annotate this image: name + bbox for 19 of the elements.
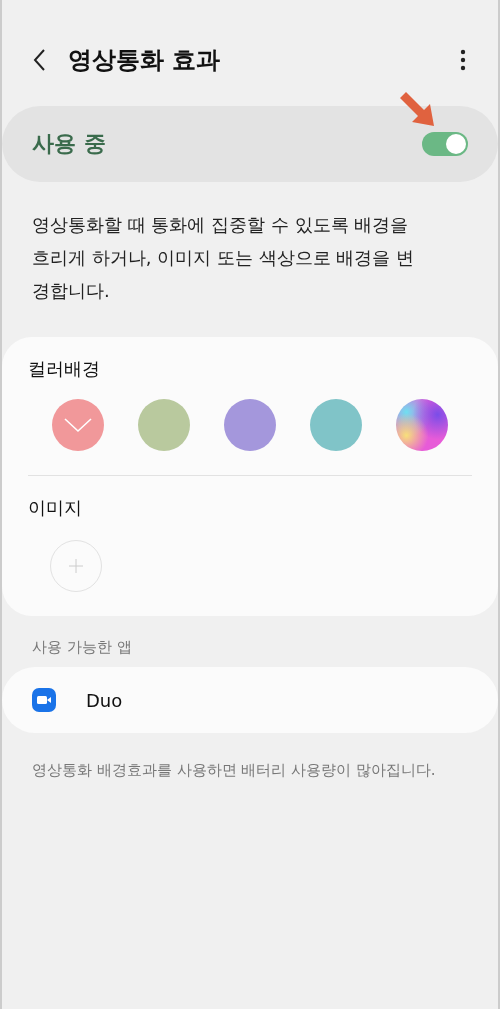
section-title: 이미지 [28,496,83,520]
more-options-icon[interactable] [460,49,466,71]
back-icon[interactable] [32,48,46,72]
footnote-text: 영상통화 배경효과를 사용하면 배터리 사용량이 많아집니다. [32,761,437,780]
description-text: 영상통화할 때 통화에 집중할 수 있도록 배경을 흐리게 하거나, 이미지 또는 색상으로 배경을 변경합니다. [32,213,416,303]
master-switch-label: 사용 중 [32,130,106,158]
page-title: 영상통화 효과 [68,45,222,76]
app-row[interactable]: Duo [2,667,498,733]
master-switch-bar[interactable]: 사용 중 [2,106,498,182]
plus-icon [69,559,83,573]
color-swatch[interactable] [224,399,276,451]
color-swatch[interactable] [138,399,190,451]
color-swatch[interactable] [396,399,448,451]
color-swatch[interactable] [52,399,104,451]
video-camera-icon [32,688,56,712]
toggle-switch[interactable] [422,132,468,156]
color-swatch[interactable] [310,399,362,451]
section-title: 컬러배경 [28,357,101,381]
section-label: 사용 가능한 앱 [32,638,133,657]
